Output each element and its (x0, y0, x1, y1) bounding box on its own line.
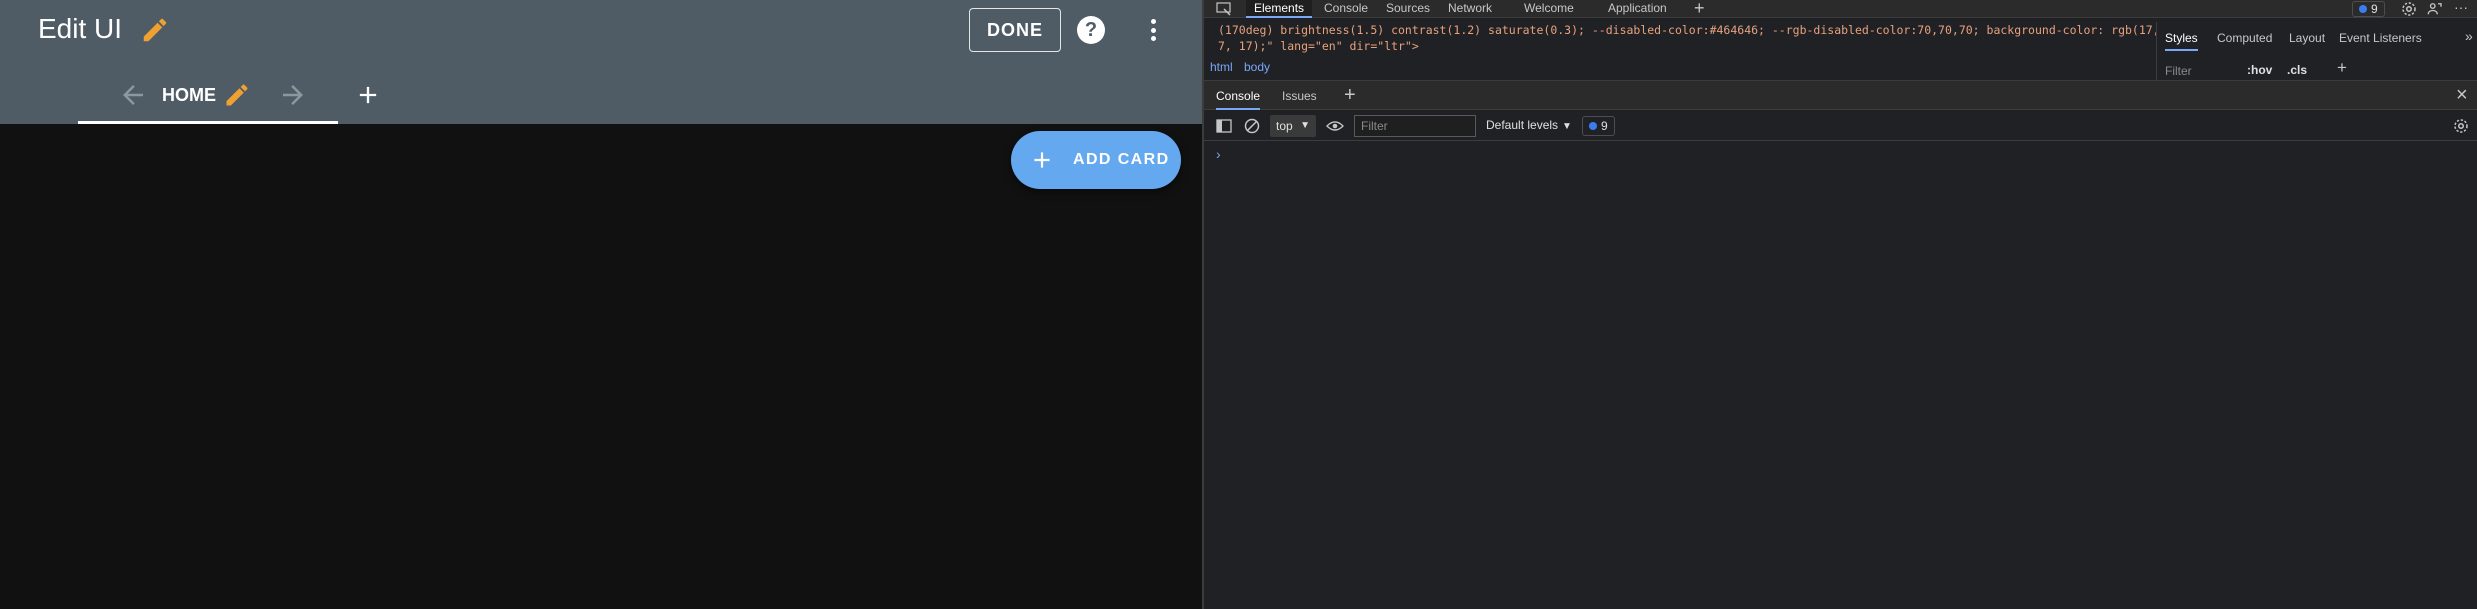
edit-view-pencil-icon[interactable] (223, 81, 251, 109)
tab-sources[interactable]: Sources (1386, 0, 1430, 18)
tab-network[interactable]: Network (1448, 0, 1492, 18)
log-levels-dropdown[interactable]: Default levels ▼ (1486, 118, 1572, 132)
caret-down-icon: ▼ (1300, 120, 1310, 131)
console-issues-count: 9 (1601, 119, 1608, 133)
console-prompt-chevron-icon[interactable]: › (1216, 146, 1221, 162)
customize-more-icon[interactable]: ··· (2454, 0, 2468, 14)
breadcrumb-html[interactable]: html (1210, 58, 1233, 76)
more-options-icon[interactable] (1143, 16, 1163, 44)
console-filter-input[interactable] (1354, 115, 1476, 137)
tab-computed[interactable]: Computed (2217, 31, 2272, 45)
help-icon[interactable]: ? (1077, 16, 1105, 44)
devtools-panel: Elements Console Sources Network Welcome… (1202, 0, 2477, 609)
add-card-button[interactable]: ADD CARD (1011, 131, 1181, 189)
drawer-tab-issues[interactable]: Issues (1282, 89, 1317, 103)
caret-down-icon: ▼ (1562, 121, 1572, 132)
new-rule-plus-icon[interactable]: + (2337, 58, 2347, 78)
dashboard-app: Edit UI DONE ? HOME ADD CARD (0, 0, 1202, 609)
issues-badge[interactable]: 9 (2352, 1, 2385, 17)
tab-elements[interactable]: Elements (1246, 0, 1313, 18)
context-value: top (1276, 119, 1293, 133)
tab-styles[interactable]: Styles (2165, 31, 2198, 51)
hover-state-toggle[interactable]: :hov (2247, 63, 2272, 77)
plus-icon (1034, 152, 1050, 168)
breadcrumb-body[interactable]: body (1244, 58, 1270, 76)
console-settings-gear-icon[interactable] (2452, 117, 2470, 135)
breadcrumb: html body (1204, 58, 2154, 76)
tab-console[interactable]: Console (1324, 0, 1368, 18)
more-tabs-chevron-icon[interactable]: » (2465, 28, 2473, 44)
styles-filter-input[interactable]: Filter (2165, 64, 2192, 78)
console-issues-badge[interactable]: 9 (1582, 116, 1615, 136)
console-toolbar: top ▼ Default levels▼ 9 (1204, 111, 2477, 141)
tab-welcome[interactable]: Welcome (1524, 0, 1574, 18)
devtools-tab-bar: Elements Console Sources Network Welcome… (1204, 0, 2477, 18)
console-sidebar-icon[interactable] (1216, 119, 1232, 133)
issue-dot-icon (1589, 122, 1597, 130)
tab-home-label: HOME (162, 85, 216, 105)
settings-gear-icon[interactable] (2400, 0, 2418, 18)
tab-layout[interactable]: Layout (2289, 31, 2325, 45)
class-toggle[interactable]: .cls (2287, 63, 2307, 77)
inspect-element-icon[interactable] (1216, 2, 1232, 16)
screen: Edit UI DONE ? HOME ADD CARD Elements Co… (0, 0, 2477, 609)
tab-application[interactable]: Application (1608, 0, 1667, 18)
move-tab-right-icon[interactable] (278, 80, 308, 110)
edit-title-pencil-icon[interactable] (140, 15, 170, 45)
connected-devices-icon[interactable] (2426, 0, 2444, 18)
issues-count: 9 (2371, 2, 2378, 16)
add-view-plus-icon[interactable] (354, 81, 382, 109)
tab-event-listeners[interactable]: Event Listeners (2339, 31, 2422, 45)
done-button[interactable]: DONE (969, 8, 1061, 52)
add-card-label: ADD CARD (1073, 151, 1170, 168)
close-drawer-icon[interactable]: × (2456, 84, 2468, 107)
active-tab-indicator (78, 121, 338, 124)
edit-mode-header: Edit UI DONE ? HOME (0, 0, 1202, 124)
drawer-tab-bar: Console Issues + × (1204, 80, 2477, 110)
styles-pane: Styles Computed Layout Event Listeners »… (2156, 22, 2477, 80)
more-tabs-plus-icon[interactable]: + (1694, 0, 1705, 17)
clear-console-icon[interactable] (1244, 118, 1260, 134)
drawer-tab-console[interactable]: Console (1216, 89, 1261, 110)
live-expression-eye-icon[interactable] (1326, 119, 1344, 133)
log-levels-label: Default levels (1486, 118, 1559, 132)
issue-dot-icon (2359, 5, 2367, 13)
page-title: Edit UI (38, 13, 123, 44)
context-selector[interactable]: top ▼ (1270, 115, 1316, 137)
move-tab-left-icon[interactable] (118, 80, 148, 110)
drawer-add-tab-plus-icon[interactable]: + (1344, 84, 1356, 107)
